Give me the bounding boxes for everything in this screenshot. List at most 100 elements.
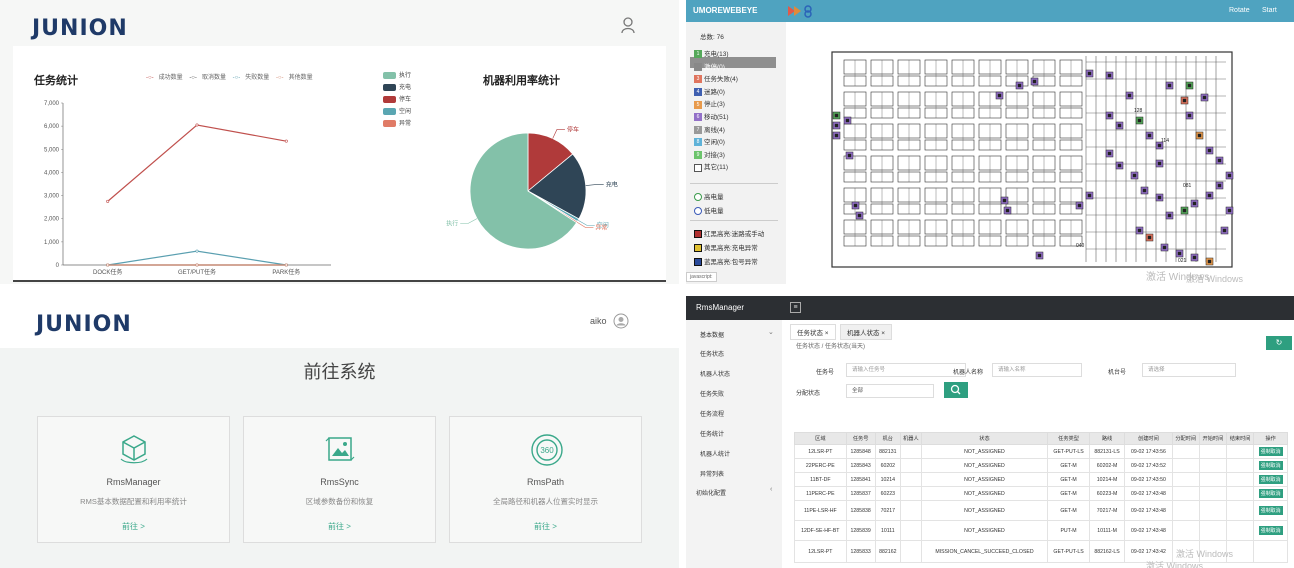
card-rmspath[interactable]: 360 RmsPath 全局路径和机器人位置实时显示 前往 > [449, 416, 642, 543]
rotate-button[interactable]: Rotate [1229, 7, 1250, 14]
data-point[interactable] [195, 123, 199, 127]
status-label: 对接(3) [704, 151, 725, 159]
warehouse-map[interactable]: 081 114 021 128 040 [786, 22, 1294, 284]
status-filter-item[interactable]: 7 离线(4) [694, 124, 725, 134]
rack-no-select[interactable]: 请选择 [1142, 363, 1236, 377]
force-cancel-button[interactable]: 强制取消 [1258, 461, 1283, 470]
menu-task-fail[interactable]: 任务失败 [700, 389, 724, 398]
legend-idle[interactable]: 空闲 [383, 106, 411, 118]
column-header[interactable]: 操作 [1253, 432, 1288, 445]
search-button[interactable] [944, 382, 968, 398]
column-header[interactable]: 区域 [794, 432, 847, 445]
card-name: RmsSync [320, 477, 359, 487]
data-point[interactable] [195, 249, 199, 253]
status-filter-item[interactable]: 3 任务失败(4) [694, 73, 738, 84]
column-header[interactable]: 任务号 [845, 432, 876, 445]
battery-high[interactable]: 高电量 [694, 191, 724, 202]
go-link[interactable]: 前往 > [450, 521, 641, 532]
status-filter-item[interactable]: 6 移动(51) [694, 111, 729, 122]
status-filter-item[interactable]: 1 充电(13) [694, 48, 729, 59]
battery-low[interactable]: 低电量 [694, 205, 724, 216]
menu-robot-stats[interactable]: 机器人统计 [700, 449, 730, 458]
menu-robot-status[interactable]: 机器人状态 [700, 369, 730, 378]
status-filter-item[interactable]: 其它(11) [694, 161, 728, 172]
data-point[interactable] [106, 199, 110, 203]
column-header[interactable]: 机台 [874, 432, 902, 445]
avatar-icon[interactable] [613, 313, 629, 329]
card-rmssync[interactable]: RmsSync 区域参数备份和恢复 前往 > [243, 416, 436, 543]
robot-marker-core [1192, 255, 1197, 260]
alert-yellow[interactable]: 黄黑高亮:充电异常 [694, 242, 758, 253]
menu-basic-data[interactable]: 基本数据 [700, 330, 724, 339]
status-filter-item[interactable]: 5 停止(3) [694, 98, 725, 109]
tab-task-status[interactable]: 任务状态 × [790, 324, 836, 340]
robot-name-input[interactable]: 请输入名称 [992, 363, 1082, 377]
menu-task-stats[interactable]: 任务统计 [700, 429, 724, 438]
card-rmsmanager[interactable]: RmsManager RMS基本数据配置和利用率统计 前往 > [37, 416, 230, 543]
force-cancel-button[interactable]: 强制取消 [1258, 506, 1283, 515]
robot-marker-core [1162, 245, 1167, 250]
robot-marker-core [834, 133, 839, 138]
status-label: 离线(4) [704, 126, 725, 134]
y-tick-label: 4,000 [44, 170, 60, 176]
assign-state-select[interactable]: 全部 [846, 384, 934, 398]
data-point[interactable] [284, 139, 288, 143]
force-cancel-button[interactable]: 强制取消 [1258, 447, 1283, 456]
column-header[interactable]: 机器人 [900, 432, 922, 445]
legend-exec[interactable]: 执行 [383, 70, 411, 82]
data-point[interactable] [195, 263, 199, 267]
column-header[interactable]: 创建时间 [1124, 432, 1173, 445]
task-no-input[interactable]: 请输入任务号 [846, 363, 966, 377]
column-header[interactable]: 路线 [1088, 432, 1126, 445]
alert-blue[interactable]: 蓝黑高亮:包号异常 [694, 256, 758, 267]
robot-marker-core [1005, 208, 1010, 213]
status-filter-item[interactable]: 激停(0) [694, 61, 725, 71]
task-table: 区域 任务号 机台 机器人 状态 任务类型 路线 创建时间 分配时间 开始时间 结束时间 操作 12L… [794, 432, 1288, 563]
refresh-icon[interactable]: ↻ [1266, 336, 1292, 350]
table-row: 12LSR-PT 1285848 882131 NOT_ASSIGNED GET-PUT… [794, 444, 1288, 459]
table-cell: GET-M [1047, 486, 1090, 501]
username[interactable]: aiko [590, 316, 607, 326]
chevron-down-icon[interactable]: ⌄ [768, 328, 774, 336]
robot-marker-core [1227, 208, 1232, 213]
force-cancel-button[interactable]: 强制取消 [1258, 475, 1283, 484]
menu-toggle-icon[interactable]: ≡ [790, 302, 801, 313]
status-filter-item[interactable]: 9 对接(3) [694, 149, 725, 160]
menu-task-flow[interactable]: 任务流程 [700, 409, 724, 418]
column-header[interactable]: 任务类型 [1047, 432, 1090, 445]
map-label: 040 [1076, 243, 1085, 249]
tab-robot-status[interactable]: 机器人状态 × [840, 324, 893, 340]
user-icon[interactable] [620, 16, 636, 34]
status-filter-item[interactable]: 4 迷路(0) [694, 86, 725, 97]
status-filter-item[interactable]: 8 空闲(0) [694, 136, 725, 147]
alert-red[interactable]: 红黑高亮:迷路或手动 [694, 228, 764, 239]
go-link[interactable]: 前往 > [38, 521, 229, 532]
column-header[interactable]: 开始时间 [1198, 432, 1227, 445]
menu-task-status[interactable]: 任务状态 [700, 349, 724, 358]
robot-marker-core [1207, 259, 1212, 264]
menu-exceptions[interactable]: 异常列表 [700, 469, 724, 478]
robot-marker-core [1117, 163, 1122, 168]
legend-charge[interactable]: 充电 [383, 82, 411, 94]
table-cell [1225, 500, 1255, 521]
start-button[interactable]: Start [1262, 7, 1277, 14]
menu-init-config[interactable]: 初始化配置 [696, 488, 726, 497]
go-link[interactable]: 前往 > [244, 521, 435, 532]
legend-error[interactable]: 异常 [383, 118, 411, 130]
data-point[interactable] [106, 263, 110, 267]
robot-marker-core [1187, 113, 1192, 118]
y-tick-label: 1,000 [44, 240, 60, 246]
table-cell: GET-M [1047, 500, 1090, 521]
force-cancel-button[interactable]: 强制取消 [1258, 526, 1283, 535]
legend-stop[interactable]: 停车 [383, 94, 411, 106]
robot-marker-core [1227, 173, 1232, 178]
table-cell [1171, 458, 1200, 473]
column-header[interactable]: 分配时间 [1171, 432, 1200, 445]
total-count: 总数: 76 [700, 34, 724, 41]
column-header[interactable]: 结束时间 [1225, 432, 1255, 445]
chevron-left-icon[interactable]: ‹ [770, 486, 772, 493]
force-cancel-button[interactable]: 强制取消 [1258, 489, 1283, 498]
robot-marker-core [1207, 193, 1212, 198]
column-header[interactable]: 状态 [920, 432, 1049, 445]
data-point[interactable] [284, 263, 288, 267]
